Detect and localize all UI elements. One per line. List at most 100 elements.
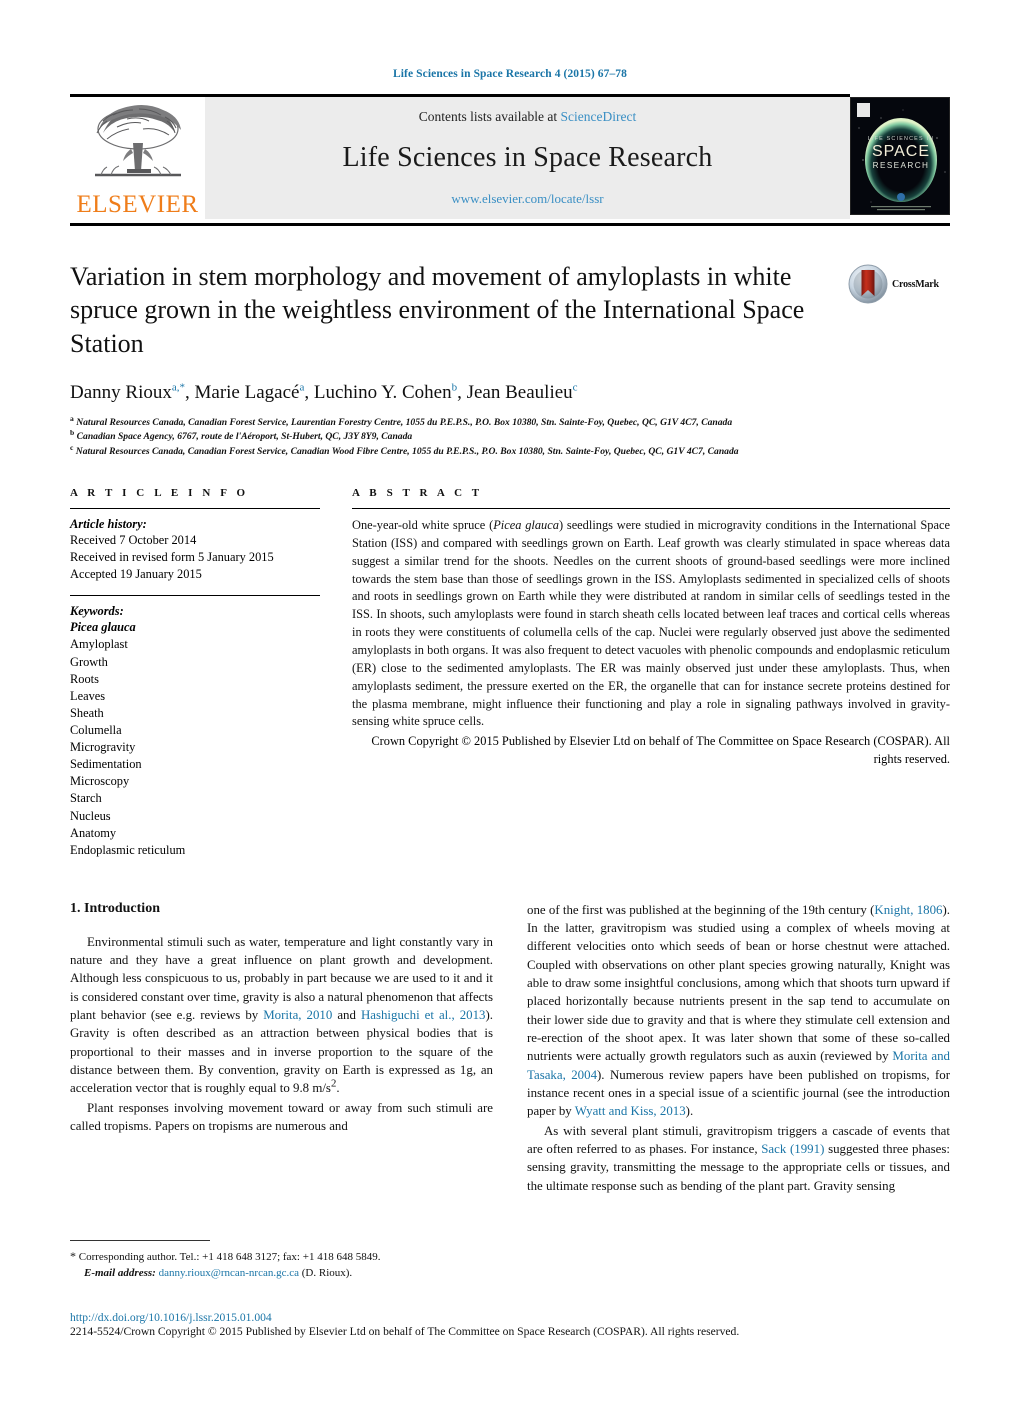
citation-sack-1991[interactable]: Sack (1991): [761, 1142, 824, 1156]
keyword-item: Amyloplast: [70, 637, 128, 652]
sciencedirect-link[interactable]: ScienceDirect: [561, 109, 637, 124]
keyword-item: Growth: [70, 654, 108, 669]
journal-cover-image: LIFE SCIENCES IN SPACE RESEARCH: [851, 98, 949, 214]
citation-hashiguchi-2013[interactable]: Hashiguchi et al., 2013: [361, 1008, 486, 1022]
crossmark-badge[interactable]: CrossMark: [848, 262, 950, 306]
journal-cover-thumbnail: LIFE SCIENCES IN SPACE RESEARCH: [850, 97, 950, 215]
footnote-zone: * Corresponding author. Tel.: +1 418 648…: [70, 1240, 493, 1281]
section-title-introduction: 1. Introduction: [70, 900, 160, 916]
footnote-email-link[interactable]: danny.rioux@rncan-nrcan.gc.ca: [159, 1267, 299, 1279]
intro-paragraph-1: Environmental stimuli such as water, tem…: [70, 933, 493, 1098]
keyword-item: Roots: [70, 671, 99, 686]
article-info-divider: [70, 507, 320, 509]
keyword-item: Endoplasmic reticulum: [70, 842, 186, 857]
keyword-item: Starch: [70, 791, 102, 806]
author-marks: a: [299, 381, 305, 394]
footnote-email-label: E-mail address:: [84, 1266, 156, 1279]
affiliation-list: a Natural Resources Canada, Canadian For…: [70, 413, 950, 459]
doi-link[interactable]: http://dx.doi.org/10.1016/j.lssr.2015.01…: [70, 1311, 950, 1324]
crossmark-icon: [848, 264, 888, 304]
article-history-item: Received in revised form 5 January 2015: [70, 550, 274, 565]
journal-band: Contents lists available at ScienceDirec…: [205, 97, 850, 219]
affiliation-item: c Natural Resources Canada, Canadian For…: [70, 442, 950, 459]
journal-url-link[interactable]: www.elsevier.com/locate/lssr: [451, 191, 603, 207]
intro-paragraph-2: Plant responses involving movement towar…: [70, 1100, 493, 1133]
keywords-label: Keywords:: [70, 604, 124, 619]
contents-prefix: Contents lists available at: [418, 109, 558, 124]
keyword-item: Columella: [70, 722, 122, 737]
keyword-item: Sheath: [70, 705, 104, 720]
affiliation-mark: a: [70, 413, 74, 423]
author-name: Danny Rioux: [70, 381, 172, 403]
citation-knight-1806[interactable]: Knight, 1806: [874, 903, 942, 917]
author-name: Marie Lagacé: [194, 381, 300, 403]
intro-paragraph-3: one of the first was published at the be…: [527, 901, 950, 1121]
intro-p3-text-d: ).: [685, 1104, 694, 1119]
body-columns: 1. Introduction Environmental stimuli su…: [70, 901, 950, 1196]
keyword-item: Anatomy: [70, 825, 117, 840]
keyword-item: Leaves: [70, 688, 106, 703]
keywords-divider: [70, 595, 320, 597]
footnote-corresponding-text: Corresponding author. Tel.: +1 418 648 3…: [78, 1251, 381, 1263]
article-info-heading: A R T I C L E I N F O: [70, 486, 249, 499]
article-info-column: A R T I C L E I N F O Article history: R…: [70, 487, 320, 859]
keyword-item: Sedimentation: [70, 757, 142, 772]
author-marks: a,*: [171, 381, 185, 394]
author-name: Luchino Y. Cohen: [313, 381, 452, 403]
elsevier-wordmark: ELSEVIER: [76, 191, 199, 218]
abstract-part-1: One-year-old white spruce (: [352, 517, 494, 532]
affiliation-item: a Natural Resources Canada, Canadian For…: [70, 413, 950, 430]
svg-text:RESEARCH: RESEARCH: [873, 161, 930, 170]
keyword-item: Nucleus: [70, 808, 111, 823]
citation-wyatt-kiss-2013[interactable]: Wyatt and Kiss, 2013: [575, 1104, 686, 1118]
masthead-bottom-rule: [70, 223, 950, 226]
affiliation-text: Natural Resources Canada, Canadian Fores…: [75, 445, 739, 457]
abstract-divider: [352, 507, 950, 509]
footnote-rule: [70, 1240, 210, 1241]
affiliation-item: b Canadian Space Agency, 6767, route de …: [70, 428, 950, 444]
running-head: Life Sciences in Space Research 4 (2015)…: [392, 68, 628, 80]
footnote-corresponding-author: * Corresponding author. Tel.: +1 418 648…: [70, 1248, 493, 1266]
affiliation-text: Canadian Space Agency, 6767, route de l'…: [76, 431, 413, 443]
author-marks: c: [572, 381, 578, 394]
article-history-item: Accepted 19 January 2015: [70, 567, 202, 582]
footnote-email-owner: (D. Rioux).: [301, 1266, 353, 1279]
journal-masthead: ELSEVIER Contents lists available at Sci…: [70, 94, 950, 226]
journal-title: Life Sciences in Space Research: [342, 142, 713, 173]
article-page: Life Sciences in Space Research 4 (2015)…: [0, 68, 1020, 1419]
keyword-item: Microgravity: [70, 740, 136, 755]
author-marks: b: [451, 381, 458, 394]
info-abstract-row: A R T I C L E I N F O Article history: R…: [70, 487, 950, 859]
citation-morita-2010[interactable]: Morita, 2010: [263, 1008, 332, 1022]
intro-p3-text-a: one of the first was published at the be…: [527, 902, 875, 917]
affiliation-mark: b: [70, 428, 75, 437]
keyword-item: Picea glauca: [70, 620, 136, 635]
page-title: Variation in stem morphology and movemen…: [70, 262, 805, 358]
crossmark-label: CrossMark: [892, 278, 939, 290]
intro-p1-text-b: and: [332, 1008, 361, 1023]
intro-p1-text-d: .: [336, 1081, 340, 1096]
title-block: Variation in stem morphology and movemen…: [70, 260, 950, 459]
contents-available-line: Contents lists available at ScienceDirec…: [419, 109, 636, 125]
article-history-label: Article history:: [70, 516, 147, 531]
abstract-copyright: Crown Copyright © 2015 Published by Else…: [371, 734, 950, 767]
footnote-star-mark: *: [70, 1249, 76, 1263]
svg-text:LIFE SCIENCES IN: LIFE SCIENCES IN: [868, 136, 935, 142]
svg-text:SPACE: SPACE: [872, 143, 930, 160]
elsevier-logo: ELSEVIER: [70, 97, 205, 219]
abstract-text: One-year-old white spruce (Picea glauca)…: [352, 517, 950, 731]
abstract-heading: A B S T R A C T: [352, 486, 483, 499]
author-list: Danny Riouxa,*, Marie Lagacéa, Luchino Y…: [70, 381, 578, 403]
intro-p3-text-b: ). In the latter, gravitropism was studi…: [527, 902, 950, 1064]
author-name: Jean Beaulieu: [466, 381, 573, 403]
body-column-left: 1. Introduction Environmental stimuli su…: [70, 901, 493, 1196]
intro-paragraph-4: As with several plant stimuli, gravitrop…: [527, 1122, 950, 1195]
body-column-right: one of the first was published at the be…: [527, 901, 950, 1196]
article-history-item: Received 7 October 2014: [70, 532, 197, 547]
elsevier-tree-icon: [94, 104, 181, 177]
species-name: Picea glauca: [493, 517, 559, 532]
issn-copyright: 2214-5524/Crown Copyright © 2015 Publish…: [70, 1325, 740, 1338]
footer-block: http://dx.doi.org/10.1016/j.lssr.2015.01…: [70, 1311, 950, 1338]
affiliation-mark: c: [70, 442, 74, 452]
footnote-email-line: E-mail address: danny.rioux@rncan-nrcan.…: [70, 1266, 493, 1282]
